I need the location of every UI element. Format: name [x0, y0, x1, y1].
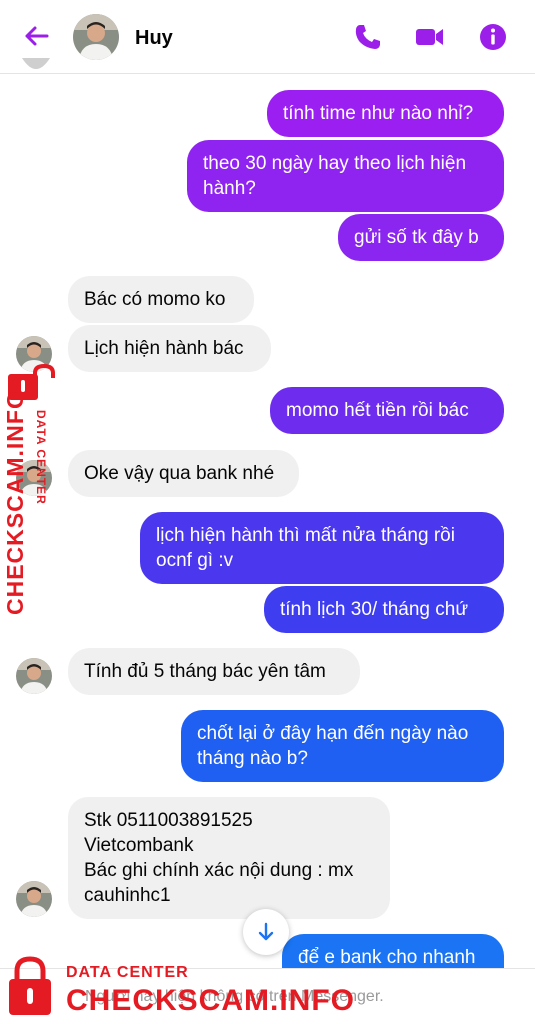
avatar[interactable]	[16, 658, 52, 694]
scroll-to-bottom-button[interactable]	[243, 909, 289, 955]
message-bubble-incoming[interactable]: Bác có momo ko	[68, 276, 254, 323]
arrow-down-icon	[258, 922, 274, 941]
contact-name[interactable]: Huy	[135, 27, 173, 50]
conversation-header: Huy	[0, 0, 535, 74]
message-bubble-outgoing[interactable]: chốt lại ở đây hạn đến ngày nào tháng nà…	[181, 710, 504, 782]
contact-avatar[interactable]	[73, 14, 119, 60]
watermark-data-center-vertical: DATA CENTER	[34, 410, 48, 505]
arrow-left-icon[interactable]	[20, 20, 52, 52]
message-bubble-incoming[interactable]: Tính đủ 5 tháng bác yên tâm	[68, 648, 360, 695]
message-bubble-outgoing[interactable]: momo hết tiền rồi bác	[270, 387, 504, 434]
message-bubble-outgoing[interactable]: để e bank cho nhanh	[282, 934, 504, 968]
info-icon[interactable]	[478, 22, 508, 52]
message-bubble-outgoing[interactable]: lịch hiện hành thì mất nửa tháng rồi ocn…	[140, 512, 504, 584]
message-bubble-incoming[interactable]: Stk 0511003891525 Vietcombank Bác ghi ch…	[68, 797, 390, 919]
message-bubble-outgoing[interactable]: tính time như nào nhỉ?	[267, 90, 504, 137]
message-bubble-outgoing[interactable]: gửi số tk đây b	[338, 214, 504, 261]
message-bubble-incoming[interactable]: Lịch hiện hành bác	[68, 325, 271, 372]
lock-icon	[9, 956, 51, 1015]
message-bubble-outgoing[interactable]: theo 30 ngày hay theo lịch hiện hành?	[187, 140, 504, 212]
watermark-checkscam: CHECKSCAM.INFO	[66, 984, 355, 1017]
phone-icon[interactable]	[353, 22, 383, 52]
message-bubble-outgoing[interactable]: tính lịch 30/ tháng chứ	[264, 586, 504, 633]
avatar	[18, 58, 54, 74]
watermark-checkscam-vertical: CHECKSCAM.INFO	[2, 390, 28, 615]
video-camera-icon[interactable]	[414, 22, 444, 52]
avatar[interactable]	[16, 881, 52, 917]
message-bubble-incoming[interactable]: Oke vậy qua bank nhé	[68, 450, 299, 497]
watermark-data-center: DATA CENTER	[66, 964, 189, 981]
